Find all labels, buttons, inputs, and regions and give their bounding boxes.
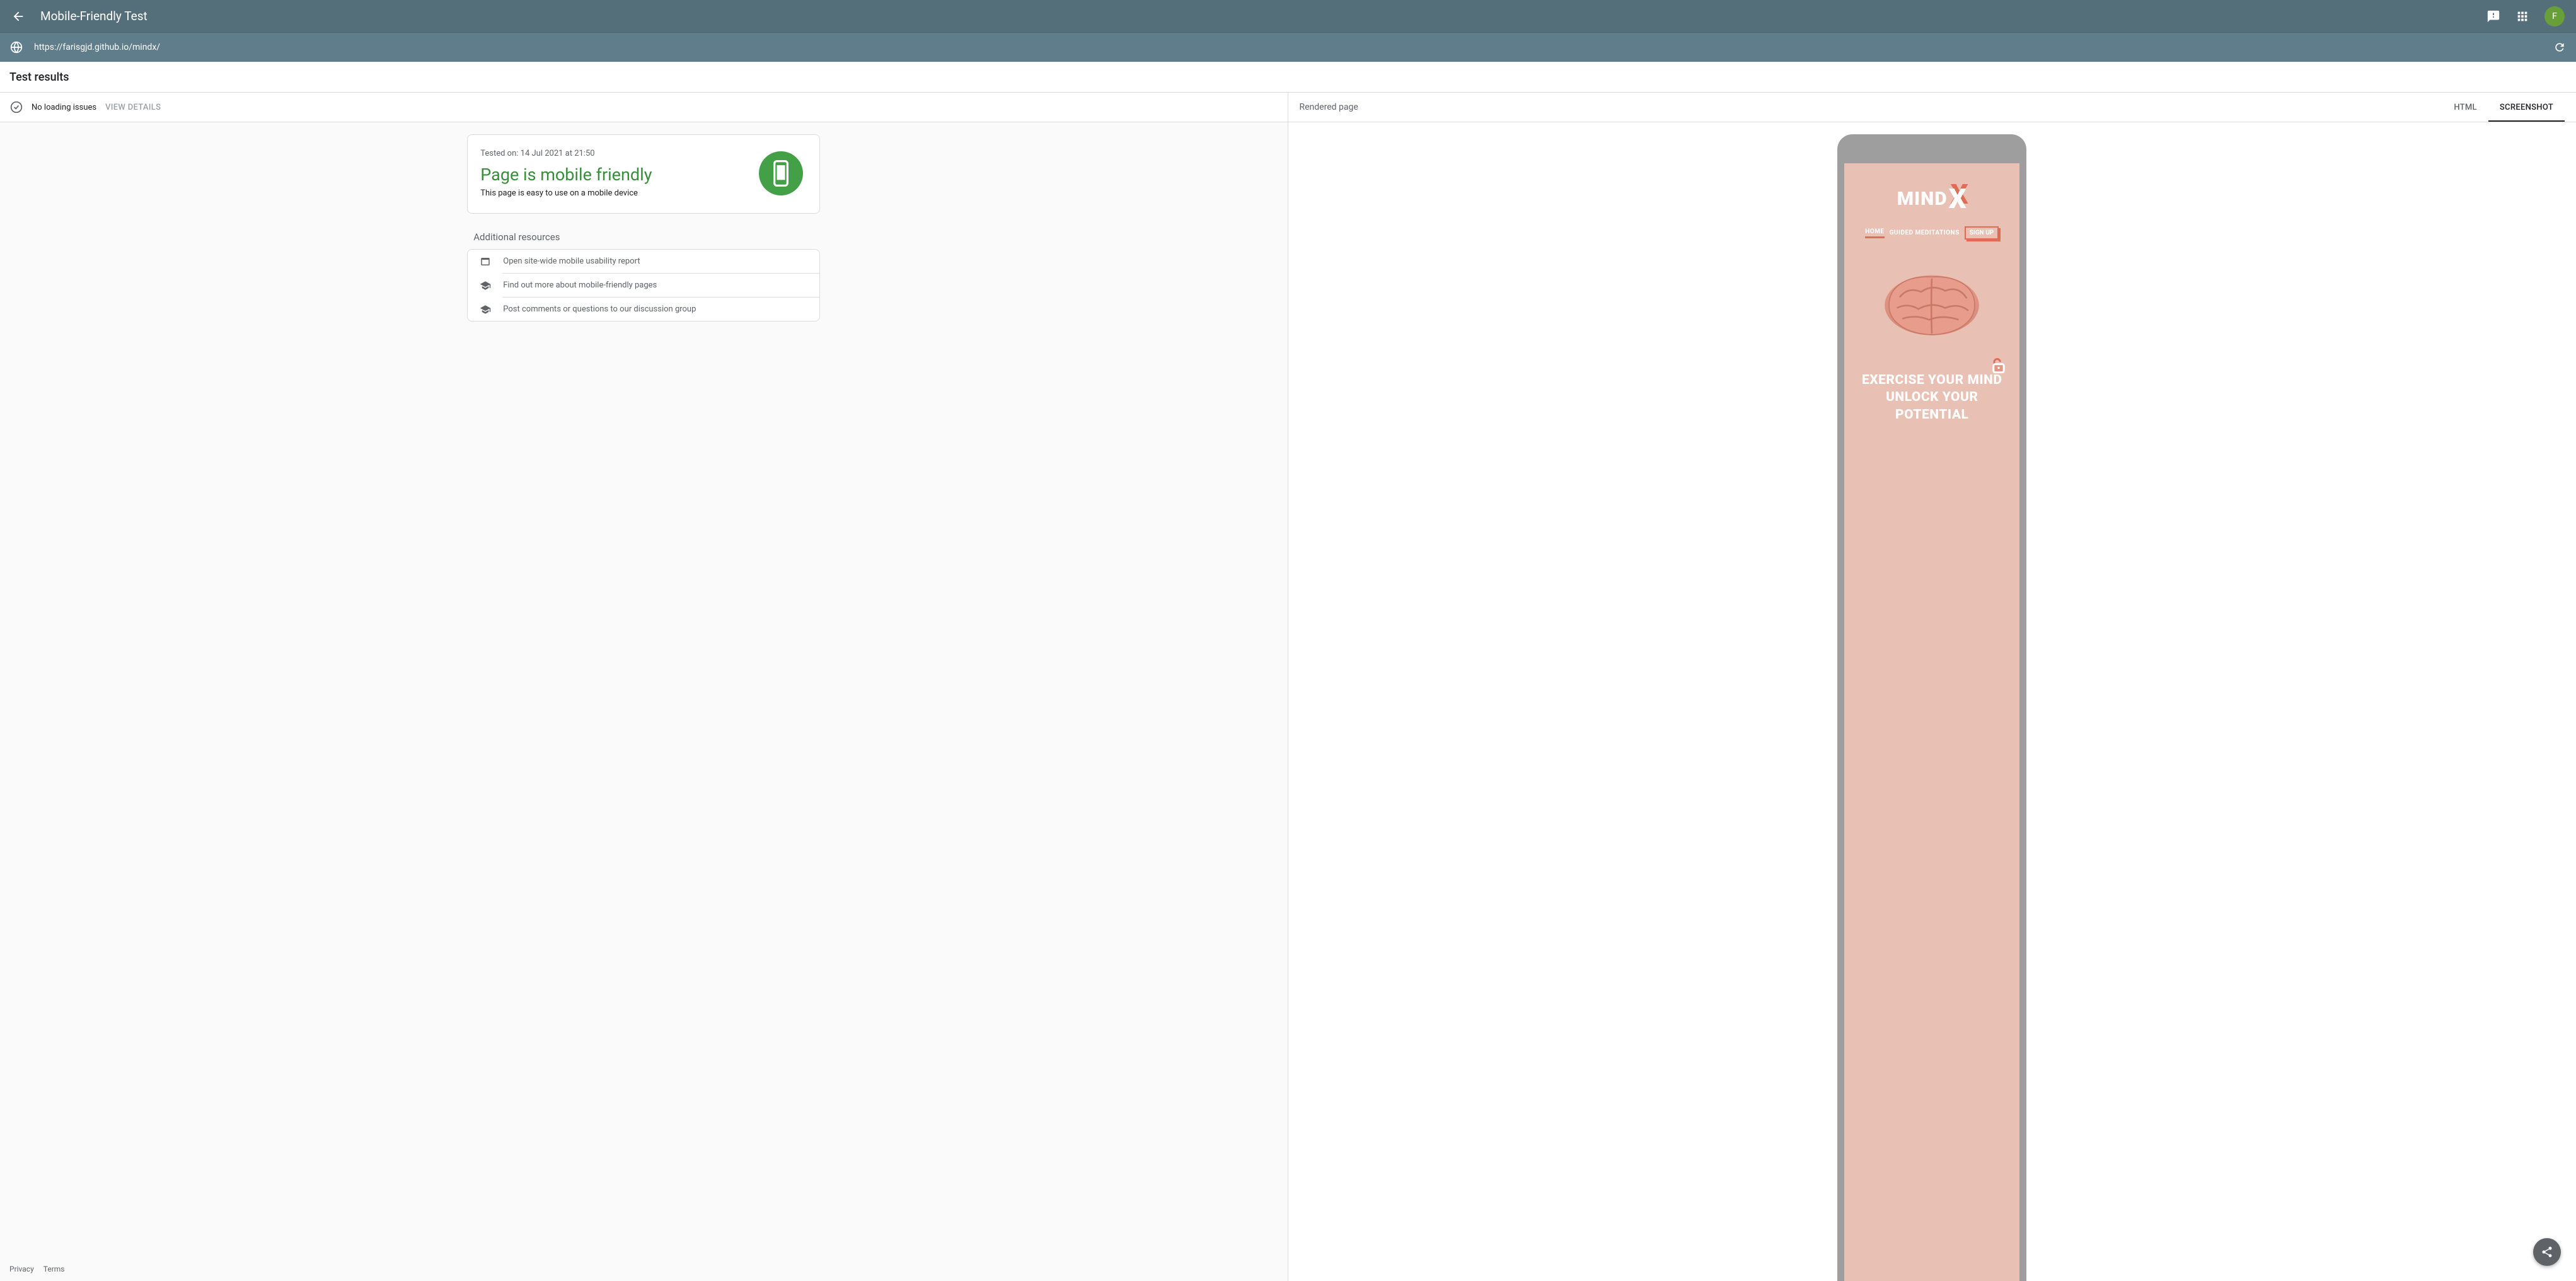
split-pane: No loading issues VIEW DETAILS Tested on… <box>0 93 2576 1281</box>
tab-screenshot[interactable]: SCREENSHOT <box>2488 93 2565 122</box>
resource-learn-more[interactable]: Find out more about mobile-friendly page… <box>468 274 819 297</box>
resource-usability-report[interactable]: Open site-wide mobile usability report <box>468 250 819 273</box>
resource-discussion[interactable]: Post comments or questions to our discus… <box>468 298 819 321</box>
view-details-button[interactable]: VIEW DETAILS <box>105 103 161 112</box>
result-card: Tested on: 14 Jul 2021 at 21:50 Page is … <box>467 134 820 214</box>
rendered-page-label: Rendered page <box>1300 102 2443 112</box>
phone-icon <box>770 159 792 187</box>
globe-icon <box>10 41 23 54</box>
tagline: EXERCISE YOUR MIND UNLOCK YOUR POTENTIAL <box>1852 372 2013 424</box>
footer: Privacy Terms <box>0 1258 1288 1281</box>
page-title: Mobile-Friendly Test <box>40 9 2486 23</box>
arrow-left-icon <box>11 9 25 23</box>
left-pane: No loading issues VIEW DETAILS Tested on… <box>0 93 1288 1281</box>
resource-label: Post comments or questions to our discus… <box>503 304 696 314</box>
verdict-title: Page is mobile friendly <box>480 165 751 185</box>
verdict-subtitle: This page is easy to use on a mobile dev… <box>480 188 751 198</box>
header-actions: F <box>2486 6 2565 26</box>
device-screen: MIND X X HOME GUIDED MEDITATIONS SIGN UP <box>1844 163 2019 1281</box>
share-button[interactable] <box>2533 1238 2561 1266</box>
back-button[interactable] <box>11 9 25 23</box>
check-circle-icon <box>10 101 23 113</box>
result-text-column: Tested on: 14 Jul 2021 at 21:50 Page is … <box>480 149 759 198</box>
nav-home: HOME <box>1865 228 1884 238</box>
site-nav: HOME GUIDED MEDITATIONS SIGN UP <box>1865 226 1999 240</box>
tagline-line1: EXERCISE YOUR MIND <box>1862 372 2002 389</box>
device-frame: MIND X X HOME GUIDED MEDITATIONS SIGN UP <box>1837 134 2026 1281</box>
brain-illustration <box>1878 265 1985 340</box>
nav-guided: GUIDED MEDITATIONS <box>1890 229 1960 236</box>
resources-card: Open site-wide mobile usability report F… <box>467 249 820 322</box>
feedback-icon <box>2486 9 2500 23</box>
tabs: HTML SCREENSHOT <box>2442 93 2565 122</box>
url-bar: https://farisgjd.github.io/mindx/ <box>0 32 2576 62</box>
refresh-icon <box>2553 41 2566 54</box>
apps-grid-icon <box>2515 9 2529 23</box>
right-pane: Rendered page HTML SCREENSHOT MIND X X <box>1288 93 2576 1281</box>
footer-terms[interactable]: Terms <box>43 1265 65 1273</box>
logo-x-wrap: X X <box>1949 182 1967 215</box>
share-icon <box>2541 1246 2553 1258</box>
apps-button[interactable] <box>2515 9 2529 23</box>
tab-html[interactable]: HTML <box>2442 93 2488 122</box>
app-header: Mobile-Friendly Test F <box>0 0 2576 32</box>
preview-area: MIND X X HOME GUIDED MEDITATIONS SIGN UP <box>1288 122 2576 1281</box>
nav-signup: SIGN UP <box>1965 226 1999 240</box>
logo-text: MIND <box>1897 188 1948 210</box>
left-content: Tested on: 14 Jul 2021 at 21:50 Page is … <box>0 122 1288 1281</box>
status-bar: No loading issues VIEW DETAILS <box>0 93 1288 122</box>
footer-privacy[interactable]: Privacy <box>9 1265 34 1273</box>
right-header: Rendered page HTML SCREENSHOT <box>1288 93 2576 122</box>
web-page-icon <box>479 256 492 267</box>
avatar[interactable]: F <box>2544 6 2565 26</box>
results-title: Test results <box>9 71 69 84</box>
mobile-friendly-badge <box>759 151 803 195</box>
tagline-line3: POTENTIAL <box>1862 407 2002 424</box>
feedback-button[interactable] <box>2486 9 2500 23</box>
results-header: Test results <box>0 62 2576 93</box>
url-input[interactable]: https://farisgjd.github.io/mindx/ <box>34 42 2553 52</box>
graduation-cap-icon <box>479 280 492 291</box>
resource-label: Find out more about mobile-friendly page… <box>503 281 657 290</box>
status-text: No loading issues <box>32 103 96 112</box>
refresh-button[interactable] <box>2553 41 2566 54</box>
resource-label: Open site-wide mobile usability report <box>503 257 640 266</box>
lock-open-icon <box>1990 357 2007 374</box>
graduation-cap-icon <box>479 304 492 315</box>
additional-resources-heading: Additional resources <box>467 231 820 243</box>
tagline-line2: UNLOCK YOUR <box>1862 389 2002 406</box>
tested-on-label: Tested on: 14 Jul 2021 at 21:50 <box>480 149 751 158</box>
site-logo: MIND X X <box>1897 182 1967 215</box>
logo-x: X <box>1949 182 1967 215</box>
